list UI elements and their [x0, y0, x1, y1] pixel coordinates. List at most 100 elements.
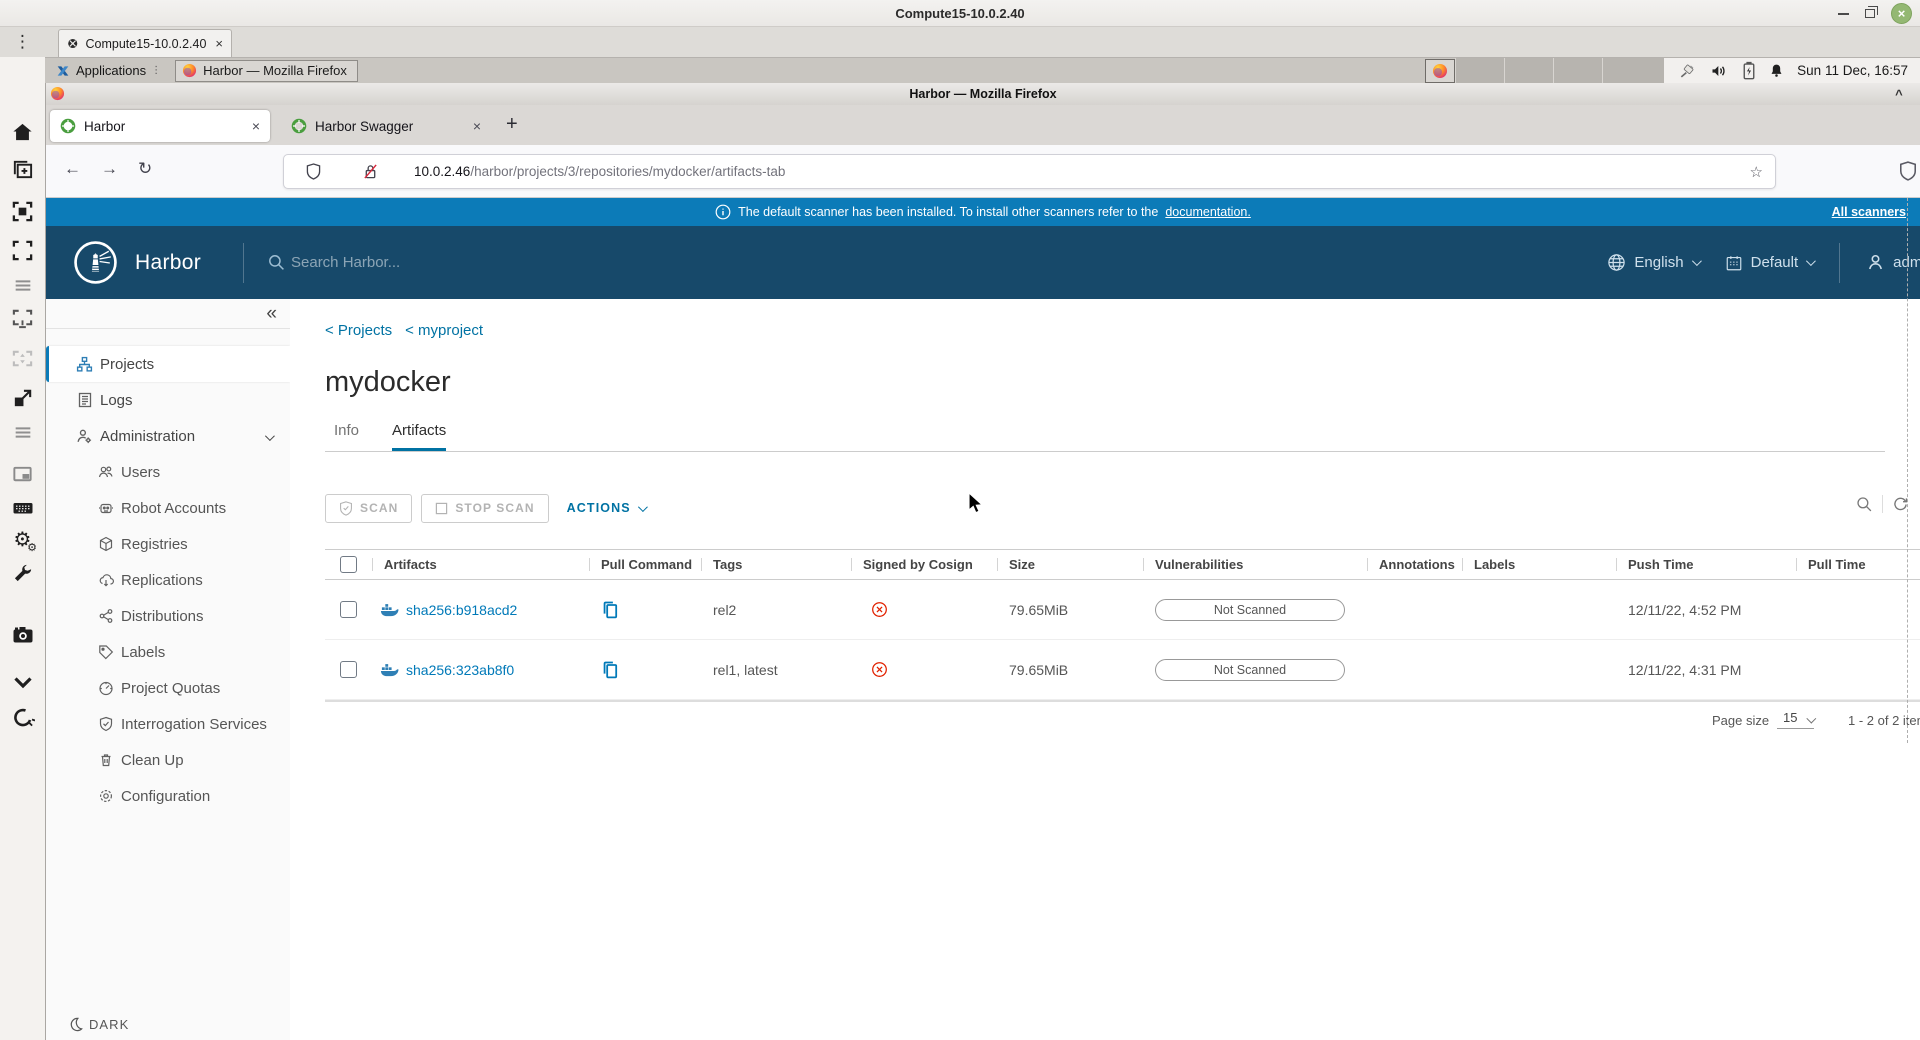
- harbor-search[interactable]: [268, 254, 511, 271]
- user-menu[interactable]: admin: [1866, 253, 1920, 272]
- browser-tab-harbor[interactable]: Harbor ×: [50, 110, 270, 142]
- tab-artifacts[interactable]: Artifacts: [392, 422, 447, 451]
- clock[interactable]: Sun 11 Dec, 16:57: [1797, 63, 1912, 78]
- tools-wrench-icon[interactable]: [10, 561, 35, 586]
- firefox-tab-strip: Harbor × Harbor Swagger × +: [46, 105, 1920, 145]
- close-button[interactable]: ×: [1891, 3, 1912, 24]
- logs-icon: [76, 392, 93, 409]
- sidebar-item-clean-up[interactable]: Clean Up: [46, 742, 290, 778]
- dark-mode-toggle[interactable]: DARK: [68, 1017, 129, 1032]
- back-button[interactable]: ←: [64, 159, 81, 179]
- taskbar-window-button[interactable]: Harbor — Mozilla Firefox: [175, 59, 358, 82]
- stop-scan-button[interactable]: STOP SCAN: [421, 493, 549, 523]
- notification-bell-icon[interactable]: [1768, 62, 1785, 80]
- search-icon[interactable]: [1856, 496, 1873, 513]
- maximize-button[interactable]: [1865, 6, 1878, 18]
- sidebar-item-replications[interactable]: Replications: [46, 562, 290, 598]
- volume-icon[interactable]: [1710, 62, 1730, 80]
- minimize-button[interactable]: [1838, 12, 1849, 15]
- viewer-connection-tab[interactable]: Compute15-10.0.2.40 ×: [58, 29, 232, 57]
- desktop-taskbar: Applications ⋮ Harbor — Mozilla Firefox: [45, 57, 1920, 84]
- theme-selector[interactable]: Default: [1725, 254, 1817, 272]
- sidebar-item-users[interactable]: Users: [46, 454, 290, 490]
- center-screen-icon[interactable]: [10, 199, 35, 224]
- breadcrumb-myproject-link[interactable]: < myproject: [405, 322, 483, 339]
- page-size-select[interactable]: 15: [1777, 710, 1817, 729]
- sidebar-item-labels[interactable]: Labels: [46, 634, 290, 670]
- tray-firefox-button[interactable]: [1425, 58, 1456, 83]
- screenshot-camera-icon[interactable]: [10, 622, 35, 647]
- row-checkbox[interactable]: [340, 661, 357, 678]
- artifact-row-2: sha256:323ab8f0 rel1, latest 79.65MiB No…: [325, 640, 1920, 700]
- bookmark-star-icon[interactable]: ☆: [1750, 163, 1763, 181]
- new-window-icon[interactable]: [10, 157, 35, 182]
- actions-dropdown[interactable]: ACTIONS: [567, 501, 648, 515]
- screen-share-icon[interactable]: [10, 306, 35, 331]
- clean-up-icon: [97, 752, 114, 769]
- language-selector[interactable]: English: [1607, 253, 1702, 272]
- sidebar-item-administration[interactable]: Administration: [46, 418, 290, 454]
- keyboard-icon[interactable]: [10, 495, 35, 520]
- column-header-annotations[interactable]: Annotations: [1367, 550, 1462, 579]
- forward-button[interactable]: →: [101, 159, 118, 179]
- column-header-signed-by-cosign[interactable]: Signed by Cosign: [851, 550, 997, 579]
- reload-button[interactable]: ↻: [138, 159, 152, 179]
- all-scanners-link[interactable]: All scanners: [1832, 205, 1906, 219]
- fullscreen-icon[interactable]: [10, 238, 35, 263]
- scan-button[interactable]: SCAN: [325, 493, 413, 523]
- viewer-menu-icon[interactable]: ⋮: [14, 29, 31, 55]
- copy-pull-command-icon[interactable]: [601, 600, 620, 620]
- caret-icon[interactable]: ^: [1895, 87, 1903, 102]
- picture-in-picture-icon[interactable]: [10, 462, 35, 487]
- tracking-shield-icon[interactable]: [306, 163, 321, 180]
- menu-lines-icon[interactable]: [10, 272, 35, 297]
- scale-display-icon[interactable]: [10, 347, 35, 372]
- select-all-checkbox[interactable]: [340, 556, 357, 573]
- search-input[interactable]: [291, 254, 511, 271]
- tab-close-icon[interactable]: ×: [473, 118, 481, 134]
- sidebar-item-logs[interactable]: Logs: [46, 382, 290, 418]
- column-header-labels[interactable]: Labels: [1462, 550, 1616, 579]
- sidebar-item-interrogation-services[interactable]: Interrogation Services: [46, 706, 290, 742]
- row-checkbox[interactable]: [340, 601, 357, 618]
- column-header-vulnerabilities[interactable]: Vulnerabilities: [1143, 550, 1367, 579]
- battery-icon[interactable]: [1742, 61, 1756, 80]
- url-text[interactable]: 10.0.2.46/harbor/projects/3/repositories…: [414, 164, 785, 179]
- column-header-artifacts[interactable]: Artifacts: [372, 550, 589, 579]
- collapse-sidebar-icon[interactable]: «: [266, 304, 277, 323]
- url-bar[interactable]: 10.0.2.46/harbor/projects/3/repositories…: [283, 154, 1776, 189]
- documentation-link[interactable]: documentation.: [1165, 205, 1250, 219]
- extension-shield-icon[interactable]: [1899, 161, 1917, 181]
- chevron-down-icon[interactable]: [10, 669, 35, 694]
- sidebar-item-registries[interactable]: Registries: [46, 526, 290, 562]
- resize-expand-icon[interactable]: [10, 386, 35, 411]
- sidebar-item-configuration[interactable]: Configuration: [46, 778, 290, 814]
- column-header-size[interactable]: Size: [997, 550, 1143, 579]
- sidebar-item-distributions[interactable]: Distributions: [46, 598, 290, 634]
- column-header-pull-time[interactable]: Pull Time: [1796, 550, 1920, 579]
- sidebar-item-projects[interactable]: Projects: [46, 346, 290, 382]
- insecure-lock-icon[interactable]: [363, 163, 378, 180]
- home-icon[interactable]: [10, 120, 35, 145]
- tab-close-icon[interactable]: ×: [215, 36, 223, 51]
- tab-close-icon[interactable]: ×: [252, 118, 260, 134]
- artifact-digest-link[interactable]: sha256:b918acd2: [406, 602, 517, 618]
- column-header-tags[interactable]: Tags: [701, 550, 851, 579]
- disconnect-icon[interactable]: [10, 705, 35, 730]
- harbor-brand[interactable]: Harbor: [46, 240, 201, 285]
- applications-menu[interactable]: Applications ⋮: [45, 58, 171, 83]
- copy-pull-command-icon[interactable]: [601, 660, 620, 680]
- artifact-digest-link[interactable]: sha256:323ab8f0: [406, 662, 514, 678]
- tab-info[interactable]: Info: [334, 422, 359, 451]
- usb-device-icon[interactable]: [1678, 62, 1698, 80]
- new-tab-button[interactable]: +: [506, 113, 518, 136]
- calendar-icon: [1726, 255, 1741, 270]
- sidebar-item-project-quotas[interactable]: Project Quotas: [46, 670, 290, 706]
- breadcrumb-projects-link[interactable]: < Projects: [325, 322, 392, 339]
- browser-tab-harbor-swagger[interactable]: Harbor Swagger ×: [281, 110, 491, 142]
- column-header-pull-command[interactable]: Pull Command: [589, 550, 701, 579]
- menu-lines-icon[interactable]: [10, 419, 35, 444]
- settings-gears-icon[interactable]: ⚙ ⚙: [10, 527, 37, 555]
- sidebar-item-robot-accounts[interactable]: Robot Accounts: [46, 490, 290, 526]
- column-header-push-time[interactable]: Push Time: [1616, 550, 1796, 579]
